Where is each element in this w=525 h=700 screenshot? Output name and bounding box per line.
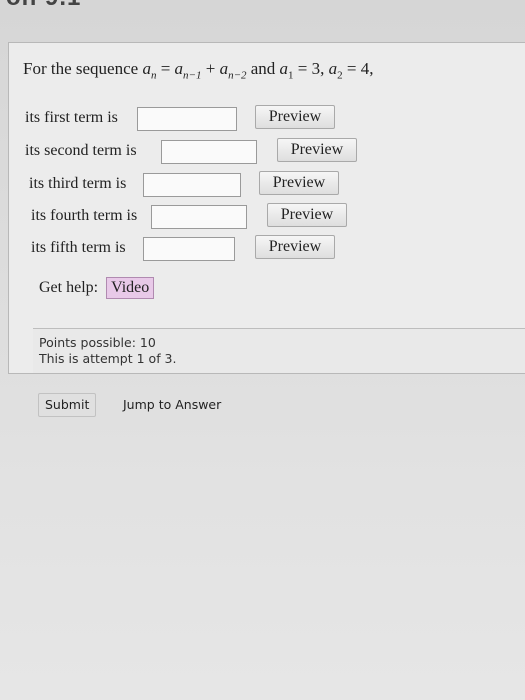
term-label: its fifth term is: [31, 239, 126, 256]
get-help: Get help: Video: [39, 277, 155, 299]
first-term-input[interactable]: [137, 107, 237, 131]
section-heading: on 9.1: [6, 0, 81, 12]
formula-sub-n-2: n−2: [228, 69, 247, 82]
formula-an-1: a: [174, 59, 184, 78]
formula-an: a: [142, 59, 151, 78]
term-label: its first term is: [25, 109, 118, 126]
formula-sub-n-1: n−1: [183, 69, 202, 82]
attempt-count: This is attempt 1 of 3.: [39, 351, 177, 366]
preview-button-5[interactable]: Preview: [255, 235, 335, 259]
submit-button[interactable]: Submit: [38, 393, 97, 417]
preview-button-1[interactable]: Preview: [255, 105, 335, 129]
formula-eq: =: [156, 59, 175, 78]
points-possible: Points possible: 10: [39, 335, 156, 350]
jump-to-answer-button[interactable]: Jump to Answer: [116, 393, 228, 417]
formula-a2: a: [328, 59, 338, 78]
preview-button-3[interactable]: Preview: [259, 171, 339, 195]
term-label: its fourth term is: [31, 207, 138, 224]
formula-and: and: [246, 59, 280, 78]
question-text: For the sequence an = an−1 + an−2 and a1…: [23, 59, 373, 81]
formula-a1: a: [279, 59, 289, 78]
formula-eq-3: = 3,: [293, 59, 329, 78]
video-help-button[interactable]: Video: [106, 277, 155, 299]
fourth-term-input[interactable]: [151, 205, 247, 229]
fifth-term-input[interactable]: [143, 237, 235, 261]
get-help-label: Get help:: [39, 279, 99, 296]
question-prefix: For the sequence: [23, 59, 143, 78]
formula-eq-4: = 4,: [342, 59, 374, 78]
term-label: its third term is: [29, 175, 127, 192]
formula-plus: +: [201, 59, 220, 78]
preview-button-4[interactable]: Preview: [267, 203, 347, 227]
second-term-input[interactable]: [161, 140, 257, 164]
third-term-input[interactable]: [143, 173, 241, 197]
question-panel: For the sequence an = an−1 + an−2 and a1…: [8, 42, 525, 374]
formula-an-2: a: [219, 59, 229, 78]
preview-button-2[interactable]: Preview: [277, 138, 357, 162]
attempt-info: Points possible: 10 This is attempt 1 of…: [33, 328, 525, 373]
term-label: its second term is: [25, 142, 137, 159]
